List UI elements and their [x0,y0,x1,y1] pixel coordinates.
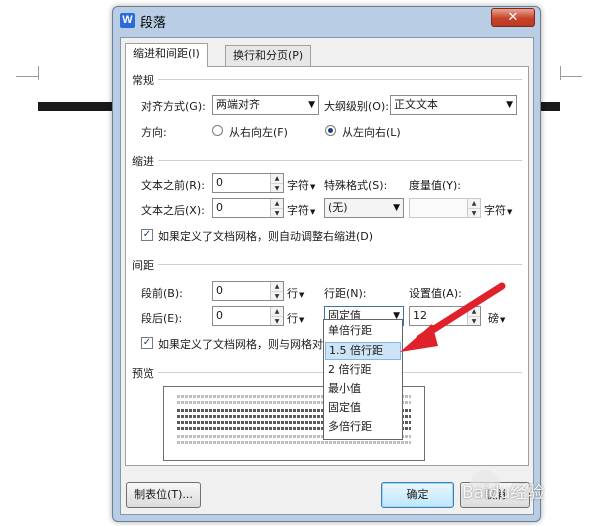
line-spacing-option-exactly[interactable]: 固定值 [325,399,401,417]
spin-up-icon[interactable]: ▲ [271,199,283,208]
rtl-label[interactable]: 从右向左(F) [229,124,288,140]
space-after-value: 0 [216,309,223,322]
ltr-label[interactable]: 从左向右(L) [342,124,401,140]
outline-level-value: 正文文本 [394,98,438,111]
general-section-header: 常规 [132,74,154,87]
spin-up-icon[interactable]: ▲ [271,307,283,316]
tab-line-page-breaks[interactable]: 换行和分页(P) [225,45,312,66]
spin-up-icon[interactable]: ▲ [271,282,283,291]
auto-adjust-indent-label[interactable]: 如果定义了文档网格，则自动调整右缩进(D) [158,228,373,244]
alignment-value: 两端对齐 [216,98,260,111]
spin-down-icon[interactable]: ▼ [271,183,283,192]
special-format-select[interactable]: (无) ▼ [324,198,404,218]
page-corner-mark-left-h [16,76,38,77]
chevron-down-icon: ▼ [506,100,513,110]
indent-section-header: 缩进 [132,155,154,168]
preview-section-header: 预览 [132,367,154,380]
indent-after-value: 0 [216,201,223,214]
space-before-label: 段前(B): [141,287,183,300]
close-button[interactable]: ✕ [491,8,535,27]
snap-to-grid-label[interactable]: 如果定义了文档网格，则与网格对齐 [158,336,324,352]
line-spacing-option-at-least[interactable]: 最小值 [325,380,401,398]
space-before-unit[interactable]: 行▼ [287,285,304,301]
page-corner-mark-right-v [560,66,561,80]
paragraph-dialog: W 段落 ✕ 缩进和间距(I) 换行和分页(P) 常规 对齐方式(G): 两端对… [112,6,541,522]
spin-up-icon[interactable]: ▲ [468,199,480,208]
indent-after-stepper[interactable]: 0 ▲ ▼ [212,198,284,218]
indent-after-label: 文本之后(X): [141,204,205,217]
alignment-select[interactable]: 两端对齐 ▼ [212,95,319,115]
special-format-label: 特殊格式(S): [324,179,388,192]
measure-unit[interactable]: 字符▼ [484,202,512,218]
indent-before-stepper[interactable]: 0 ▲ ▼ [212,173,284,193]
chevron-down-icon: ▼ [507,208,513,216]
outline-level-select[interactable]: 正文文本 ▼ [390,95,517,115]
measure-label: 度量值(Y): [409,179,462,192]
document-text-line-right [540,102,560,111]
space-before-stepper[interactable]: 0 ▲ ▼ [212,281,284,301]
chevron-down-icon: ▼ [308,100,315,110]
red-arrow-icon [400,282,506,352]
line-spacing-label: 行距(N): [324,287,367,300]
special-format-value: (无) [328,201,348,214]
chevron-down-icon: ▼ [310,183,316,191]
spin-down-icon[interactable]: ▼ [468,208,480,217]
document-text-line-left [38,102,114,111]
title-bar[interactable]: W 段落 ✕ [113,7,540,33]
chevron-down-icon: ▼ [393,203,400,213]
space-after-unit[interactable]: 行▼ [287,310,304,326]
chevron-down-icon: ▼ [299,291,305,299]
indent-divider [158,160,522,161]
spin-down-icon[interactable]: ▼ [271,291,283,300]
spin-down-icon[interactable]: ▼ [271,316,283,325]
spin-up-icon[interactable]: ▲ [271,174,283,183]
outline-level-label: 大纲级别(O): [324,100,389,113]
dialog-client-area: 缩进和间距(I) 换行和分页(P) 常规 对齐方式(G): 两端对齐 ▼ 大纲级… [120,37,534,515]
spacing-divider [158,264,522,265]
snap-to-grid-checkbox[interactable]: ✓ [141,337,153,349]
chevron-down-icon: ▼ [310,208,316,216]
line-spacing-option-multiple[interactable]: 多倍行距 [325,418,401,436]
general-divider [158,79,522,80]
space-after-label: 段后(E): [141,312,183,325]
rtl-radio[interactable] [212,125,223,136]
indent-before-value: 0 [216,176,223,189]
dialog-title: 段落 [140,16,167,31]
direction-label: 方向: [141,126,167,139]
spacing-section-header: 间距 [132,259,154,272]
preview-next-line [177,441,411,444]
indent-before-unit[interactable]: 字符▼ [287,177,315,193]
measure-stepper[interactable]: ▲ ▼ [409,198,481,218]
wps-writer-icon: W [120,13,135,28]
space-before-value: 0 [216,284,223,297]
page-corner-mark-right-h [560,76,582,77]
indent-after-unit[interactable]: 字符▼ [287,202,315,218]
tab-indent-spacing[interactable]: 缩进和间距(I) [125,43,208,67]
spin-down-icon[interactable]: ▼ [271,208,283,217]
page-corner-mark-left-v [38,66,39,80]
alignment-label: 对齐方式(G): [141,100,206,113]
tab-stops-button[interactable]: 制表位(T)... [126,482,201,508]
chevron-down-icon: ▼ [299,316,305,324]
space-after-stepper[interactable]: 0 ▲ ▼ [212,306,284,326]
ltr-radio[interactable] [325,125,336,136]
line-spacing-option-double[interactable]: 2 倍行距 [325,361,401,379]
ok-button[interactable]: 确定 [381,482,454,508]
indent-before-label: 文本之前(R): [141,179,205,192]
auto-adjust-indent-checkbox[interactable]: ✓ [141,229,153,241]
watermark: Baidu经验 [462,483,545,503]
